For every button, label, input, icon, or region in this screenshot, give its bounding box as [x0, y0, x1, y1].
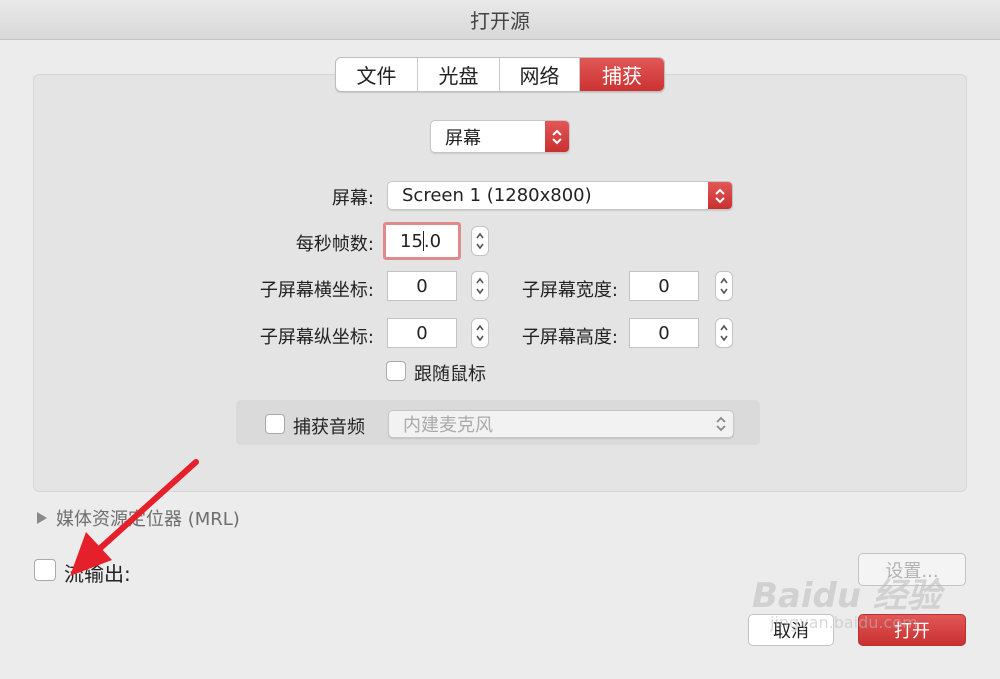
stream-output-label: 流输出:	[64, 562, 131, 586]
screen-value: Screen 1 (1280x800)	[402, 185, 592, 206]
subscreen-width-label: 子屏幕宽度:	[521, 280, 618, 301]
subscreen-height-stepper[interactable]	[715, 318, 733, 348]
watermark-url: jingyan.baidu.com	[770, 613, 918, 632]
stepper-arrows-icon	[720, 324, 728, 342]
capture-audio-checkbox[interactable]	[265, 414, 285, 434]
window-title: 打开源	[470, 9, 530, 33]
subscreen-width-stepper[interactable]	[715, 271, 733, 301]
subscreen-y-label: 子屏幕纵坐标:	[259, 327, 374, 348]
subscreen-x-label: 子屏幕横坐标:	[259, 280, 374, 301]
fps-input[interactable]: 15.0	[383, 222, 461, 260]
stepper-arrows-icon	[720, 277, 728, 295]
subscreen-width-input[interactable]: 0	[629, 271, 699, 301]
subscreen-height-label: 子屏幕高度:	[521, 327, 618, 348]
updown-arrows-icon	[709, 411, 733, 437]
capture-audio-label: 捕获音频	[293, 417, 365, 438]
stepper-arrows-icon	[476, 277, 484, 295]
tab-network[interactable]: 网络	[500, 58, 580, 91]
source-tabs: 文件 光盘 网络 捕获	[335, 57, 665, 92]
baidu-jingyan-watermark: Baidu 经验 jingyan.baidu.com	[752, 568, 941, 632]
updown-arrows-icon	[708, 182, 732, 209]
tab-capture[interactable]: 捕获	[580, 58, 664, 91]
tab-file[interactable]: 文件	[336, 58, 418, 91]
subscreen-y-stepper[interactable]	[471, 318, 489, 348]
subscreen-y-input[interactable]: 0	[387, 318, 457, 348]
disclosure-triangle-icon	[37, 512, 47, 524]
mrl-disclosure[interactable]: 媒体资源定位器 (MRL)	[36, 505, 240, 531]
stepper-arrows-icon	[476, 232, 484, 250]
mrl-label: 媒体资源定位器 (MRL)	[56, 509, 240, 530]
subscreen-height-input[interactable]: 0	[629, 318, 699, 348]
stepper-arrows-icon	[476, 324, 484, 342]
subscreen-x-stepper[interactable]	[471, 271, 489, 301]
tab-disc[interactable]: 光盘	[418, 58, 500, 91]
capture-mode-value: 屏幕	[445, 127, 481, 149]
watermark-logo: Baidu 经验	[752, 576, 941, 616]
fps-label: 每秒帧数:	[295, 234, 374, 255]
stream-output-checkbox[interactable]	[34, 559, 56, 581]
capture-mode-select[interactable]: 屏幕	[430, 120, 570, 153]
screen-label: 屏幕:	[331, 188, 374, 209]
updown-arrows-icon	[545, 121, 569, 152]
subscreen-x-input[interactable]: 0	[387, 271, 457, 301]
fps-value-before-caret: 15	[400, 230, 423, 252]
window-titlebar: 打开源	[0, 0, 1000, 40]
fps-stepper[interactable]	[471, 226, 489, 256]
audio-device-value: 内建麦克风	[403, 415, 493, 436]
screen-select[interactable]: Screen 1 (1280x800)	[387, 181, 733, 210]
audio-device-select[interactable]: 内建麦克风	[388, 410, 734, 438]
follow-mouse-checkbox[interactable]	[386, 361, 406, 381]
fps-value-after-caret: .0	[423, 230, 442, 252]
follow-mouse-label: 跟随鼠标	[414, 364, 486, 385]
